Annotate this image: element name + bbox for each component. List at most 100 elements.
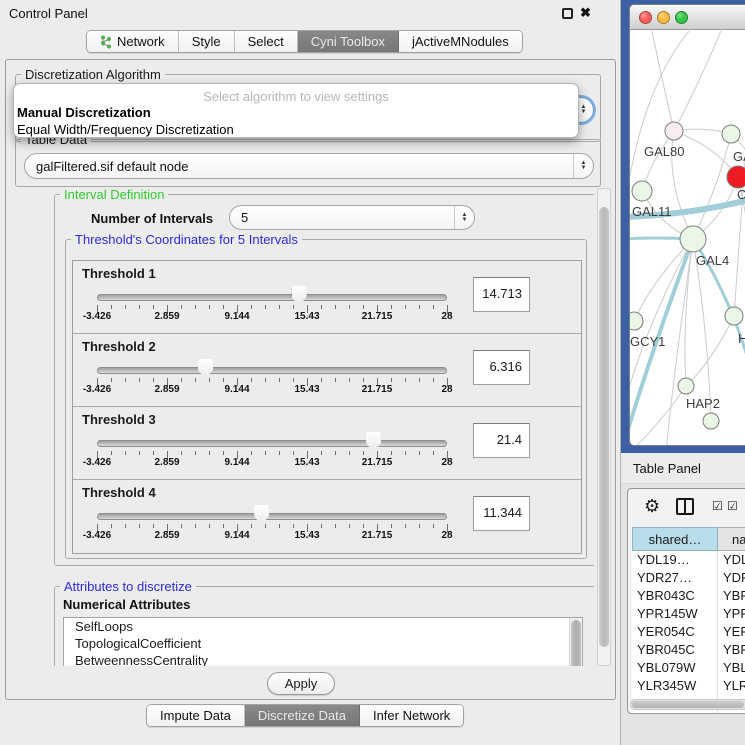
threshold-value-field[interactable]: 6.316: [473, 350, 530, 385]
network-node-c[interactable]: [727, 166, 745, 188]
cell-name[interactable]: YPR1: [718, 605, 745, 623]
network-node-gal80[interactable]: [665, 122, 683, 140]
cell-shared-name[interactable]: YDL19…: [632, 551, 718, 569]
cell-shared-name[interactable]: YBL079W: [632, 659, 718, 677]
slider-minor-tick: [153, 378, 154, 382]
attribute-list-item[interactable]: SelfLoops: [64, 618, 582, 635]
slider-minor-tick: [405, 524, 406, 528]
network-node-gcy1[interactable]: [630, 312, 643, 330]
cell-shared-name[interactable]: YPR145W: [632, 605, 718, 623]
dropdown-option-manual-discretization[interactable]: Manual Discretization: [17, 105, 151, 120]
network-node-gal11[interactable]: [632, 181, 652, 201]
table-row[interactable]: YBR045CYBR0: [632, 641, 745, 659]
slider-thumb[interactable]: [254, 505, 269, 525]
mac-zoom-button[interactable]: [675, 11, 688, 24]
gear-icon[interactable]: ⚙: [644, 496, 660, 517]
combo-stepper-icon[interactable]: ▲▼: [454, 206, 474, 229]
cell-name[interactable]: YBL0: [718, 659, 745, 677]
network-canvas[interactable]: GAL80GACGAL11GAL4GCY1HHAP2: [630, 31, 745, 446]
settings-vertical-scrollbar[interactable]: [597, 188, 611, 666]
combo-stepper-icon[interactable]: ▲▼: [573, 154, 593, 178]
settings-scroll-viewport: Interval Definition Number of Intervals …: [9, 188, 594, 666]
cell-name[interactable]: YDR2: [718, 569, 745, 587]
number-of-intervals-combobox[interactable]: 5 ▲▼: [229, 205, 475, 230]
network-node-label: HAP2: [686, 396, 720, 411]
cell-name[interactable]: YBR0: [718, 587, 745, 605]
slider-minor-tick: [321, 378, 322, 382]
network-edge[interactable]: [693, 134, 731, 239]
network-node-ga[interactable]: [722, 125, 740, 143]
table-row[interactable]: YBL079WYBL0: [632, 659, 745, 677]
checkbox-icon[interactable]: ☑: [712, 499, 723, 513]
network-edge[interactable]: [665, 239, 693, 446]
slider-track[interactable]: [97, 440, 447, 447]
apply-button[interactable]: Apply: [267, 672, 335, 695]
slider-thumb[interactable]: [198, 359, 213, 379]
tab-cyni-toolbox[interactable]: Cyni Toolbox: [298, 31, 399, 52]
slider-thumb[interactable]: [292, 286, 307, 306]
cell-shared-name[interactable]: YLR345W: [632, 677, 718, 695]
tab-label: jActiveMNodules: [412, 34, 509, 49]
tab-impute-data[interactable]: Impute Data: [147, 705, 245, 726]
slider-thumb[interactable]: [366, 432, 381, 452]
attribute-list-item[interactable]: BetweennessCentrality: [64, 652, 582, 666]
network-edge[interactable]: [674, 31, 725, 131]
cell-shared-name[interactable]: YBR043C: [632, 587, 718, 605]
cyni-bottom-tab-bar: Impute DataDiscretize DataInfer Network: [146, 704, 464, 727]
threshold-value-field[interactable]: 11.344: [473, 496, 530, 531]
column-header-shared-name[interactable]: shared…: [632, 527, 718, 551]
scrollbar-thumb[interactable]: [599, 207, 609, 647]
table-horizontal-scrollbar[interactable]: [630, 699, 745, 710]
tab-jactivemnodules[interactable]: jActiveMNodules: [399, 31, 522, 52]
cell-name[interactable]: YER0: [718, 623, 745, 641]
table-row[interactable]: YPR145WYPR1: [632, 605, 745, 623]
cell-shared-name[interactable]: YDR27…: [632, 569, 718, 587]
threshold-value-field[interactable]: 14.713: [473, 277, 530, 312]
cell-shared-name[interactable]: YER054C: [632, 623, 718, 641]
slider-track[interactable]: [97, 294, 447, 301]
scrollbar-thumb[interactable]: [571, 620, 581, 666]
slider-minor-tick: [111, 378, 112, 382]
attribute-list-item[interactable]: TopologicalCoefficient: [64, 635, 582, 652]
network-node[interactable]: [703, 413, 719, 429]
tab-discretize-data[interactable]: Discretize Data: [245, 705, 360, 726]
cell-name[interactable]: YBR0: [718, 641, 745, 659]
tab-infer-network[interactable]: Infer Network: [360, 705, 463, 726]
cell-name[interactable]: YLR3: [718, 677, 745, 695]
float-window-icon[interactable]: [562, 8, 573, 19]
attributes-list-scrollbar[interactable]: [569, 618, 582, 666]
slider-minor-tick: [293, 524, 294, 528]
tab-style[interactable]: Style: [179, 31, 235, 52]
cell-shared-name[interactable]: YBR045C: [632, 641, 718, 659]
threshold-value-field[interactable]: 21.4: [473, 423, 530, 458]
numerical-attributes-list[interactable]: SelfLoopsTopologicalCoefficientBetweenne…: [63, 617, 583, 666]
network-node-hap2[interactable]: [678, 378, 694, 394]
slider-track[interactable]: [97, 513, 447, 520]
dropdown-option-equal-width-frequency[interactable]: Equal Width/Frequency Discretization: [17, 122, 234, 137]
scrollbar-thumb[interactable]: [632, 701, 744, 708]
network-node-h[interactable]: [725, 307, 743, 325]
checkbox-icon[interactable]: ☑: [727, 499, 738, 513]
mac-minimize-button[interactable]: [657, 11, 670, 24]
tab-select[interactable]: Select: [235, 31, 298, 52]
table-row[interactable]: YBR043CYBR0: [632, 587, 745, 605]
column-header-name[interactable]: na: [718, 527, 745, 551]
mac-close-button[interactable]: [639, 11, 652, 24]
table-data-combobox[interactable]: galFiltered.sif default node ▲▼: [24, 153, 594, 179]
network-edge[interactable]: [686, 316, 734, 386]
slider-tick-label: 2.859: [154, 311, 179, 322]
cell-name[interactable]: YDL1: [718, 551, 745, 569]
slider-minor-tick: [153, 524, 154, 528]
table-row[interactable]: YLR345WYLR3: [632, 677, 745, 695]
table-row[interactable]: YER054CYER0: [632, 623, 745, 641]
split-panel-icon[interactable]: [676, 498, 694, 515]
table-row[interactable]: YDR27…YDR2: [632, 569, 745, 587]
network-edge[interactable]: [634, 239, 693, 321]
close-icon[interactable]: ✖: [580, 5, 591, 21]
slider-track[interactable]: [97, 367, 447, 374]
network-node-gal4[interactable]: [680, 226, 706, 252]
slider-minor-tick: [111, 524, 112, 528]
table-row[interactable]: YDL19…YDL1: [632, 551, 745, 569]
network-edge[interactable]: [650, 31, 674, 131]
tab-network[interactable]: Network: [87, 31, 179, 52]
